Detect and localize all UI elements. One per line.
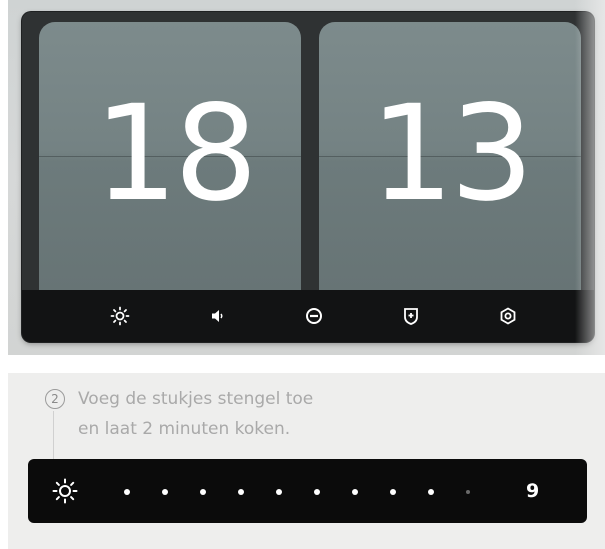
volume-icon <box>212 310 223 322</box>
heat-level-dot[interactable] <box>390 489 396 495</box>
volume-button[interactable] <box>203 302 231 330</box>
step-connector-line <box>53 411 54 463</box>
panel-divider <box>0 355 605 373</box>
device-toolbar <box>22 290 594 342</box>
alarm-shield-icon <box>404 308 418 325</box>
do-not-disturb-button[interactable] <box>300 302 328 330</box>
heat-level-dot[interactable] <box>200 489 206 495</box>
step-instruction-line-2: en laat 2 minuten koken. <box>78 419 291 439</box>
settings-icon <box>500 307 516 325</box>
clock-photo-panel: 18 13 <box>8 0 605 355</box>
step-number-badge: 2 <box>45 389 65 409</box>
brightness-icon <box>110 306 130 326</box>
heat-level-dot[interactable] <box>314 489 320 495</box>
heat-level-dot[interactable] <box>124 489 130 495</box>
settings-button[interactable] <box>494 302 522 330</box>
heat-level-dot[interactable] <box>428 489 434 495</box>
hours-flip-card: 18 <box>39 22 301 290</box>
brightness-button[interactable] <box>106 302 134 330</box>
brightness-icon <box>52 478 78 504</box>
heat-level-dot[interactable] <box>352 489 358 495</box>
heat-level-slider[interactable]: 9 <box>28 459 587 523</box>
cooking-photo-panel: 2 Voeg de stukjes stengel toe en laat 2 … <box>8 373 605 549</box>
heat-level-dot[interactable] <box>238 489 244 495</box>
heat-level-dot[interactable] <box>162 489 168 495</box>
minus-circle-icon <box>306 308 322 324</box>
flip-clock-device: 18 13 <box>22 12 594 342</box>
minutes-flip-card: 13 <box>319 22 581 290</box>
hours-digits: 18 <box>94 77 258 231</box>
step-instruction-line-1: Voeg de stukjes stengel toe <box>78 389 314 409</box>
minutes-digits: 13 <box>370 77 534 231</box>
heat-level-dot[interactable] <box>466 490 470 494</box>
step-instruction: Voeg de stukjes stengel toe en laat 2 mi… <box>78 384 498 444</box>
alarm-button[interactable] <box>397 302 425 330</box>
heat-level-value: 9 <box>526 480 540 502</box>
heat-level-dot[interactable] <box>276 489 282 495</box>
